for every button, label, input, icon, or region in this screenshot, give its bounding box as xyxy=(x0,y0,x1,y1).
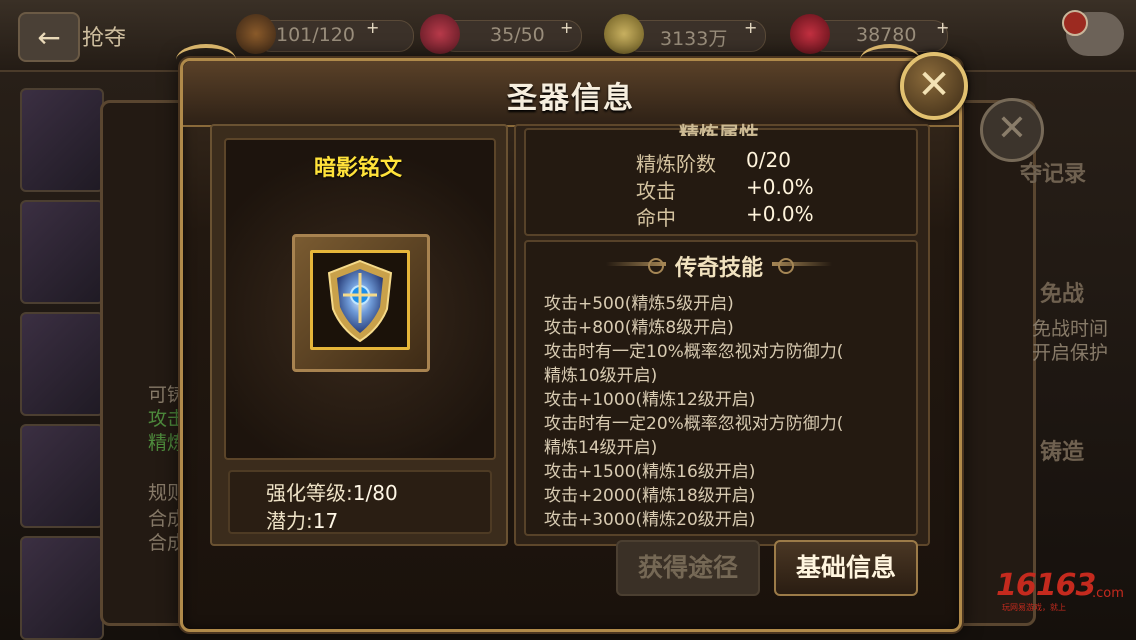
left-tile[interactable] xyxy=(20,424,104,528)
dialog-title: 圣器信息 xyxy=(507,81,635,116)
bg-tag: 免战时间 xyxy=(1032,318,1109,340)
skill-line: 攻击+800(精炼8级开启) xyxy=(544,318,734,338)
skill-line: 攻击+2000(精炼18级开启) xyxy=(544,486,756,506)
add-stamina-button[interactable]: + xyxy=(366,18,379,37)
skill-line: 精炼10级开启) xyxy=(544,366,658,386)
refine-value: +0.0% xyxy=(746,202,814,226)
close-icon: ✕ xyxy=(996,108,1028,149)
resource-stamina: 101/120 xyxy=(236,14,416,54)
skill-line: 攻击+3000(精炼20级开启) xyxy=(544,510,756,530)
fire-icon xyxy=(236,14,276,54)
refine-label: 精炼阶数 xyxy=(636,152,716,176)
left-tiles xyxy=(14,88,104,640)
tab-basic-info[interactable]: 基础信息 xyxy=(774,540,918,596)
skill-line: 精炼14级开启) xyxy=(544,438,658,458)
close-button[interactable]: ✕ xyxy=(900,52,968,120)
refine-value: +0.0% xyxy=(746,175,814,199)
left-tile[interactable] xyxy=(20,536,104,640)
item-name: 暗影铭文 xyxy=(313,156,402,181)
tab-obtain-methods[interactable]: 获得途径 xyxy=(616,540,760,596)
left-tile[interactable] xyxy=(20,312,104,416)
skill-line: 攻击+500(精炼5级开启) xyxy=(544,294,734,314)
corner-ornament-icon xyxy=(176,44,236,76)
background-close-button[interactable]: ✕ xyxy=(980,98,1044,162)
add-gold-button[interactable]: + xyxy=(744,18,757,37)
add-energy-button[interactable]: + xyxy=(560,18,573,37)
close-icon: ✕ xyxy=(917,62,951,108)
refine-label: 命中 xyxy=(636,206,676,230)
page-title: 抢夺 xyxy=(82,26,127,51)
heart-icon xyxy=(420,14,460,54)
refine-label: 攻击 xyxy=(636,179,676,203)
back-arrow-icon: ← xyxy=(37,20,61,54)
bg-tag: 开启保护 xyxy=(1032,342,1109,364)
bg-tag: 夺记录 xyxy=(1020,162,1087,187)
bg-tag: 铸造 xyxy=(1040,440,1085,465)
shield-artifact-icon[interactable] xyxy=(310,250,410,350)
back-button[interactable]: ← xyxy=(18,12,80,62)
coin-icon xyxy=(604,14,644,54)
refine-value: 0/20 xyxy=(746,148,791,172)
gem-icon xyxy=(790,14,830,54)
add-gems-button[interactable]: + xyxy=(936,18,949,37)
enhance-level: 强化等级:1/80 xyxy=(266,481,398,505)
skill-line: 攻击时有一定10%概率忽视对方防御力( xyxy=(544,342,844,362)
skill-line: 攻击+1000(精炼12级开启) xyxy=(544,390,756,410)
watermark-logo: 16163 .com 玩网易游戏，就上 xyxy=(996,568,1124,612)
notification-dot xyxy=(1062,10,1088,36)
bg-tag: 免战 xyxy=(1040,282,1085,307)
left-tile[interactable] xyxy=(20,88,104,192)
potential: 潜力:17 xyxy=(266,509,339,533)
skill-line: 攻击+1500(精炼16级开启) xyxy=(544,462,756,482)
legendary-skills-title: 传奇技能 xyxy=(674,256,763,281)
left-tile[interactable] xyxy=(20,200,104,304)
refine-attributes xyxy=(524,128,918,236)
skill-line: 攻击时有一定20%概率忽视对方防御力( xyxy=(544,414,844,434)
refine-heading: 精炼属性 xyxy=(679,122,759,136)
